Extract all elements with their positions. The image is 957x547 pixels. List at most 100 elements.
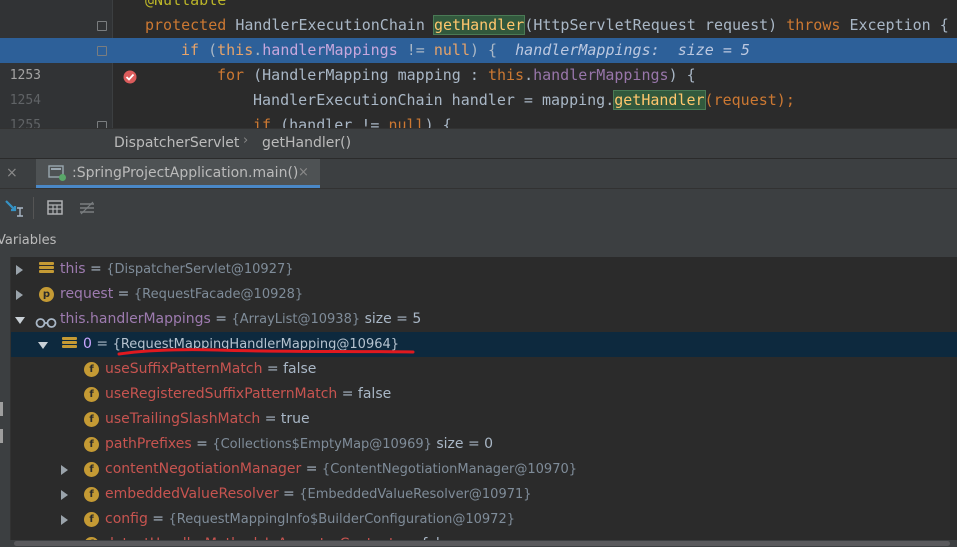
threads-view-icon[interactable]: [75, 196, 99, 220]
keyword-token: this: [217, 41, 254, 59]
punct-token: (HandlerMapping mapping :: [253, 66, 488, 84]
variable-row[interactable]: f pathPrefixes = {Collections$EmptyMap@1…: [11, 432, 957, 457]
code-line: @Nullable: [0, 0, 957, 13]
horizontal-scrollbar[interactable]: [10, 540, 957, 547]
variable-value: {RequestMappingInfo$BuilderConfiguration…: [168, 512, 515, 527]
expand-arrow-icon[interactable]: [16, 290, 23, 300]
code-line: 1254 for (HandlerMapping mapping : this.…: [0, 63, 957, 108]
tab-label: :SpringProjectApplication.main(): [72, 165, 299, 181]
equals-sign: =: [278, 486, 300, 502]
field-token: handlerMappings: [262, 41, 398, 59]
inline-debug-value: handlerMappings: size = 5: [515, 41, 750, 59]
field-list-icon: [39, 262, 54, 277]
expand-arrow-icon[interactable]: [61, 490, 68, 500]
keyword-token: null: [388, 116, 425, 128]
variable-row[interactable]: f contentNegotiationManager = {ContentNe…: [11, 457, 957, 482]
variables-header: Variables: [0, 227, 957, 258]
variable-row[interactable]: this = {DispatcherServlet@10927}: [11, 257, 957, 282]
punct-token: (request);: [704, 91, 795, 109]
collection-size: size = 0: [431, 436, 494, 452]
annotation-token: @Nullable: [145, 0, 227, 9]
field-icon: f: [84, 362, 99, 377]
field-icon: f: [84, 412, 99, 427]
params-token: (HttpServletRequest request): [524, 16, 787, 34]
variable-value: {RequestFacade@10928}: [133, 287, 304, 302]
type-token: Exception {: [849, 16, 949, 34]
equals-sign: =: [337, 386, 358, 402]
equals-sign: =: [301, 461, 322, 477]
variable-row[interactable]: f useTrailingSlashMatch = true: [11, 407, 957, 432]
field-icon: f: [84, 437, 99, 452]
variable-row[interactable]: p request = {RequestFacade@10928}: [11, 282, 957, 307]
variable-name: contentNegotiationManager: [105, 461, 302, 477]
method-name-highlight: getHandler: [613, 90, 706, 110]
variable-name: useTrailingSlashMatch: [105, 411, 261, 427]
breadcrumb: DispatcherServlet › getHandler(): [0, 128, 957, 159]
variable-value: {Collections$EmptyMap@10969}: [212, 437, 432, 452]
breadcrumb-method[interactable]: getHandler(): [262, 135, 351, 151]
variable-value: {DispatcherServlet@10927}: [106, 262, 294, 277]
variable-row[interactable]: f useRegisteredSuffixPatternMatch = fals…: [11, 382, 957, 407]
variable-value: {ContentNegotiationManager@10970}: [321, 462, 578, 477]
variable-row[interactable]: this.handlerMappings = {ArrayList@10938}…: [11, 307, 957, 332]
collapse-arrow-icon[interactable]: [15, 317, 25, 324]
variables-title: Variables: [0, 233, 57, 248]
expand-arrow-icon[interactable]: [61, 465, 68, 475]
variable-row[interactable]: f embeddedValueResolver = {EmbeddedValue…: [11, 482, 957, 507]
punct-token: (: [208, 41, 218, 59]
collapse-arrow-icon[interactable]: [38, 342, 48, 349]
strip-marker[interactable]: [0, 402, 3, 416]
close-tab-icon[interactable]: ×: [298, 165, 309, 180]
strip-marker[interactable]: [0, 429, 3, 443]
field-token: handlerMappings: [533, 66, 669, 84]
variable-name: pathPrefixes: [105, 436, 192, 452]
field-icon: f: [84, 387, 99, 402]
fold-marker-icon[interactable]: [97, 21, 107, 31]
keyword-token: if: [253, 116, 281, 128]
keyword-token: protected: [145, 16, 236, 34]
method-name-highlight: getHandler: [432, 15, 526, 35]
expand-arrow-icon[interactable]: [61, 515, 68, 525]
tab-debug-session[interactable]: :SpringProjectApplication.main() ×: [36, 159, 320, 188]
punct-token: ) {: [470, 41, 516, 59]
debug-toolbar: [0, 188, 957, 228]
code-editor[interactable]: @Nullable 1252 protected HandlerExecutio…: [0, 0, 957, 128]
variable-name: request: [60, 286, 114, 302]
punct-token: .: [524, 66, 534, 84]
variables-tree[interactable]: this = {DispatcherServlet@10927} p reque…: [10, 257, 957, 547]
fold-marker-icon[interactable]: [97, 121, 107, 128]
application-run-icon: [48, 164, 68, 186]
equals-sign: =: [260, 411, 281, 427]
variable-name: embeddedValueResolver: [105, 486, 279, 502]
variable-value: {EmbeddedValueResolver@10971}: [299, 487, 532, 502]
frames-view-icon[interactable]: [43, 196, 67, 220]
equals-sign: =: [262, 361, 284, 377]
toolbar-separator: [33, 197, 34, 219]
type-token: HandlerExecutionChain: [235, 16, 434, 34]
variable-name: useSuffixPatternMatch: [105, 361, 263, 377]
equals-sign: =: [147, 511, 169, 527]
field-icon: f: [84, 512, 99, 527]
scrollbar-thumb[interactable]: [14, 541, 950, 546]
field-list-icon: [62, 337, 77, 352]
field-icon: f: [84, 487, 99, 502]
variable-row[interactable]: f config = {RequestMappingInfo$BuilderCo…: [11, 507, 957, 532]
expand-arrow-icon[interactable]: [16, 265, 23, 275]
fold-marker-icon[interactable]: [97, 46, 107, 56]
variable-value: false: [357, 386, 392, 402]
punct-token: HandlerExecutionChain handler = mapping.: [253, 91, 615, 109]
breadcrumb-class[interactable]: DispatcherServlet: [114, 135, 239, 151]
parameter-icon: p: [39, 287, 54, 302]
watch-glasses-icon: [35, 313, 57, 328]
restore-layout-icon[interactable]: [3, 196, 27, 220]
equals-sign: =: [85, 261, 107, 277]
equals-sign: =: [191, 436, 213, 452]
variable-value: {ArrayList@10938}: [231, 312, 361, 327]
close-icon[interactable]: ×: [6, 165, 18, 181]
keyword-token: this: [487, 66, 525, 84]
code-line: 1252 protected HandlerExecutionChain get…: [0, 13, 957, 58]
equals-sign: =: [210, 311, 232, 327]
variable-row[interactable]: f useSuffixPatternMatch = false: [11, 357, 957, 382]
variable-name: 0: [83, 336, 92, 352]
breadcrumb-separator: ›: [243, 133, 249, 148]
